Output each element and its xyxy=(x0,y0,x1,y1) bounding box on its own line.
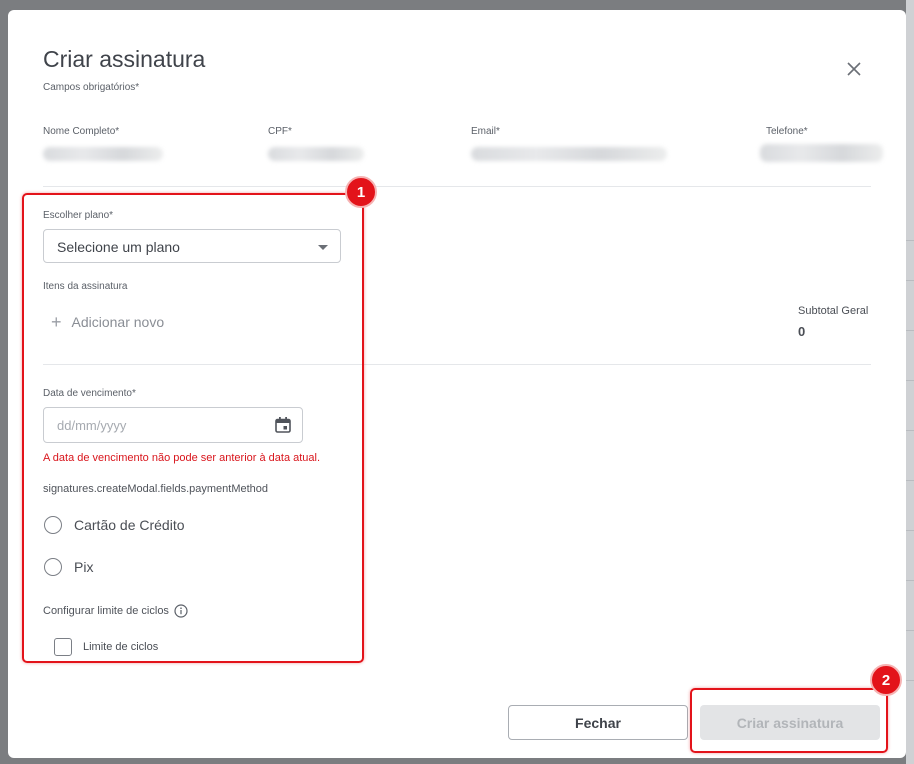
annotation-badge-2: 2 xyxy=(870,664,902,696)
cpf-value-redacted xyxy=(268,147,364,161)
background-divider xyxy=(906,330,914,331)
background-page xyxy=(906,0,914,764)
annotation-badge-1: 1 xyxy=(345,176,377,208)
phone-label: Telefone* xyxy=(766,126,808,137)
section-divider xyxy=(43,186,871,187)
background-divider xyxy=(906,430,914,431)
cpf-label: CPF* xyxy=(268,126,292,137)
background-divider xyxy=(906,240,914,241)
annotation-box-2 xyxy=(690,688,888,753)
close-icon[interactable] xyxy=(843,58,865,80)
name-value-redacted xyxy=(43,147,163,161)
email-value-redacted xyxy=(471,147,667,161)
subtotal-value: 0 xyxy=(798,324,806,339)
modal-title: Criar assinatura xyxy=(43,46,206,72)
email-label: Email* xyxy=(471,126,500,137)
background-divider xyxy=(906,530,914,531)
subtotal-label: Subtotal Geral xyxy=(798,305,869,317)
background-divider xyxy=(906,680,914,681)
background-divider xyxy=(906,280,914,281)
annotation-box-1 xyxy=(22,193,364,663)
background-divider xyxy=(906,480,914,481)
name-label: Nome Completo* xyxy=(43,126,120,137)
required-fields-note: Campos obrigatórios* xyxy=(43,82,140,93)
background-divider xyxy=(906,630,914,631)
background-divider xyxy=(906,580,914,581)
phone-value-redacted xyxy=(760,144,883,162)
close-button[interactable]: Fechar xyxy=(508,705,688,740)
background-divider xyxy=(906,380,914,381)
